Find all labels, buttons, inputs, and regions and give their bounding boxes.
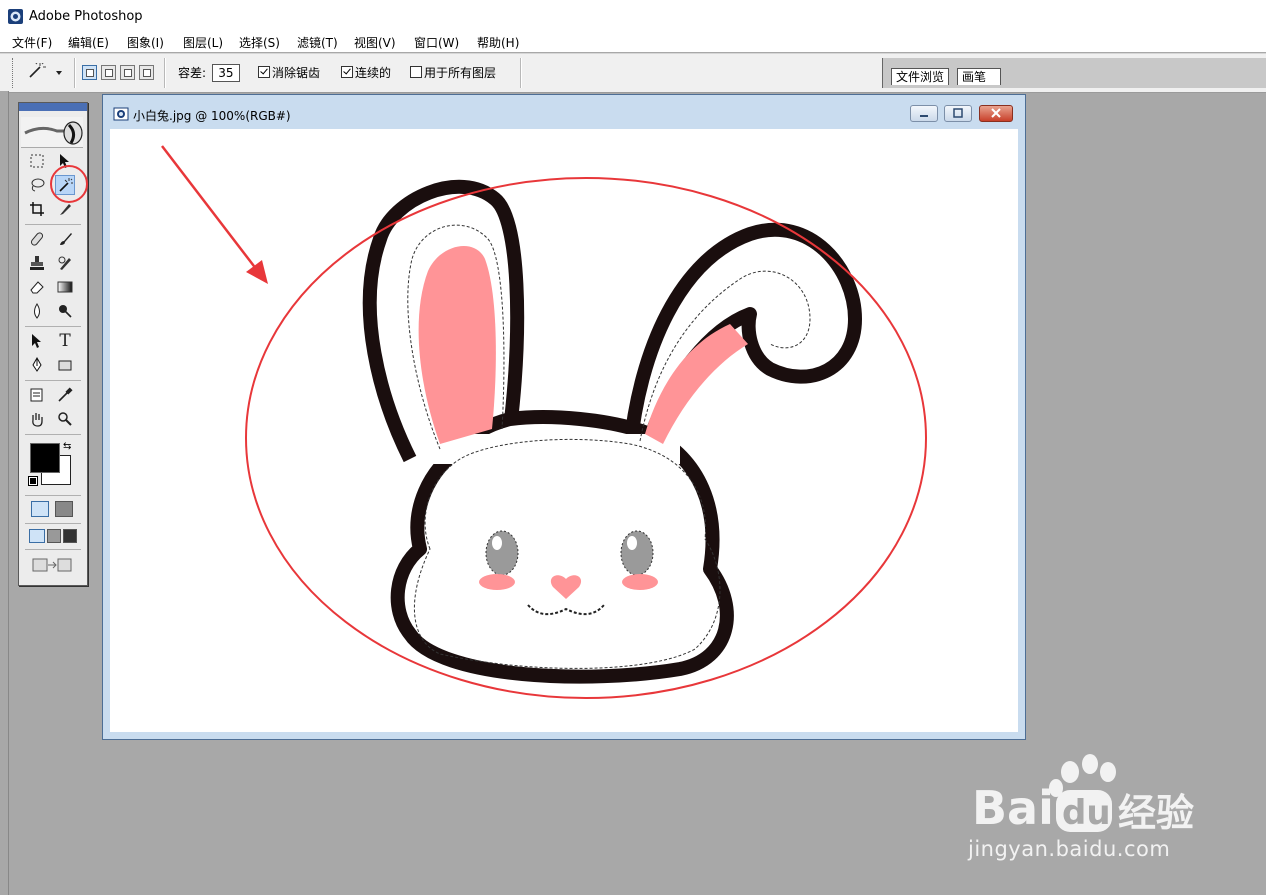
close-button[interactable]	[979, 105, 1013, 122]
dodge-tool-icon[interactable]	[55, 301, 75, 321]
magic-wand-preset-icon[interactable]	[26, 63, 66, 81]
eyedropper-tool-icon[interactable]	[55, 385, 75, 405]
document-title: 小白兔.jpg @ 100%(RGB#)	[133, 109, 291, 123]
default-colors-icon[interactable]	[28, 476, 38, 486]
toolbox-title-bar[interactable]	[19, 103, 87, 111]
menu-layer[interactable]: 图层(L)	[183, 34, 223, 51]
all-layers-label: 用于所有图层	[424, 66, 497, 80]
tab-file-browser[interactable]: 文件浏览	[891, 68, 950, 85]
type-tool-icon[interactable]: T	[55, 331, 75, 351]
tolerance-input[interactable]: 35	[211, 64, 240, 82]
full-screen-mode-icon[interactable]	[63, 529, 77, 543]
hand-tool-icon[interactable]	[27, 409, 47, 429]
menu-window[interactable]: 窗口(W)	[414, 34, 459, 51]
all-layers-option[interactable]: 用于所有图层	[410, 64, 496, 81]
app-title-bar: Adobe Photoshop	[0, 0, 1266, 32]
maximize-button[interactable]	[944, 105, 972, 122]
options-grip[interactable]	[12, 58, 15, 88]
magic-wand-tool-icon[interactable]	[55, 175, 75, 195]
marquee-tool-icon[interactable]	[27, 151, 47, 171]
healing-brush-tool-icon[interactable]	[27, 229, 47, 249]
baidu-logo-icon: Bai du 经验	[972, 754, 1194, 835]
toolbox: T ⇆	[18, 102, 88, 586]
svg-text:du: du	[1062, 793, 1111, 833]
all-layers-checkbox[interactable]	[410, 66, 422, 78]
menu-image[interactable]: 图象(I)	[127, 34, 164, 51]
minimize-button[interactable]	[910, 105, 938, 122]
watermark-url: jingyan.baidu.com	[968, 837, 1171, 861]
new-selection-icon[interactable]	[82, 65, 97, 80]
intersect-selection-icon[interactable]	[139, 65, 154, 80]
document-canvas[interactable]	[110, 129, 1018, 732]
svg-text:经验: 经验	[1118, 791, 1194, 835]
antialias-checkbox[interactable]	[258, 66, 270, 78]
quick-mask-mode-icon[interactable]	[55, 501, 73, 517]
add-to-selection-icon[interactable]	[101, 65, 116, 80]
svg-text:Bai: Bai	[972, 781, 1054, 835]
blur-tool-icon[interactable]	[27, 301, 47, 321]
eraser-tool-icon[interactable]	[27, 277, 47, 297]
clone-stamp-tool-icon[interactable]	[27, 253, 47, 273]
swap-colors-icon[interactable]: ⇆	[63, 441, 71, 452]
notes-tool-icon[interactable]	[27, 385, 47, 405]
tab-brushes[interactable]: 画笔	[957, 68, 1002, 85]
rabbit-image	[362, 179, 862, 684]
menu-edit[interactable]: 编辑(E)	[68, 34, 109, 51]
menu-help[interactable]: 帮助(H)	[477, 34, 519, 51]
contiguous-checkbox[interactable]	[341, 66, 353, 78]
path-selection-tool-icon[interactable]	[27, 331, 47, 351]
subtract-from-selection-icon[interactable]	[120, 65, 135, 80]
slice-tool-icon[interactable]	[55, 199, 75, 219]
antialias-option[interactable]: 消除锯齿	[258, 64, 320, 81]
lasso-tool-icon[interactable]	[27, 175, 47, 195]
foreground-color-swatch[interactable]	[30, 443, 60, 473]
app-title: Adobe Photoshop	[29, 9, 143, 24]
jump-to-imageready-icon[interactable]	[31, 555, 73, 575]
document-window: 小白兔.jpg @ 100%(RGB#)	[102, 94, 1026, 740]
pen-tool-icon[interactable]	[27, 355, 47, 375]
tolerance-label: 容差: 35	[178, 64, 240, 82]
crop-tool-icon[interactable]	[27, 199, 47, 219]
shape-tool-icon[interactable]	[55, 355, 75, 375]
photoshop-logo-icon[interactable]	[21, 117, 83, 148]
zoom-tool-icon[interactable]	[55, 409, 75, 429]
standard-screen-mode-icon[interactable]	[29, 529, 45, 543]
move-tool-icon[interactable]	[55, 151, 75, 171]
contiguous-option[interactable]: 连续的	[341, 64, 391, 81]
document-title-bar[interactable]: 小白兔.jpg @ 100%(RGB#)	[103, 95, 1025, 129]
menu-filter[interactable]: 滤镜(T)	[297, 34, 338, 51]
palette-well: 文件浏览 画笔	[882, 58, 1266, 88]
menu-file[interactable]: 文件(F)	[12, 34, 52, 51]
menu-select[interactable]: 选择(S)	[239, 34, 280, 51]
antialias-label: 消除锯齿	[272, 66, 321, 80]
menu-bar: 文件(F) 编辑(E) 图象(I) 图层(L) 选择(S) 滤镜(T) 视图(V…	[0, 32, 1266, 52]
photoshop-app-icon	[8, 9, 23, 24]
document-file-icon	[113, 107, 129, 121]
standard-mode-icon[interactable]	[31, 501, 49, 517]
gradient-tool-icon[interactable]	[55, 277, 75, 297]
menu-view[interactable]: 视图(V)	[354, 34, 396, 51]
baidu-jingyan-watermark: Bai du 经验 jingyan.baidu.com	[968, 754, 1258, 874]
contiguous-label: 连续的	[355, 66, 392, 80]
full-screen-menu-mode-icon[interactable]	[47, 529, 61, 543]
history-brush-tool-icon[interactable]	[55, 253, 75, 273]
brush-tool-icon[interactable]	[55, 229, 75, 249]
